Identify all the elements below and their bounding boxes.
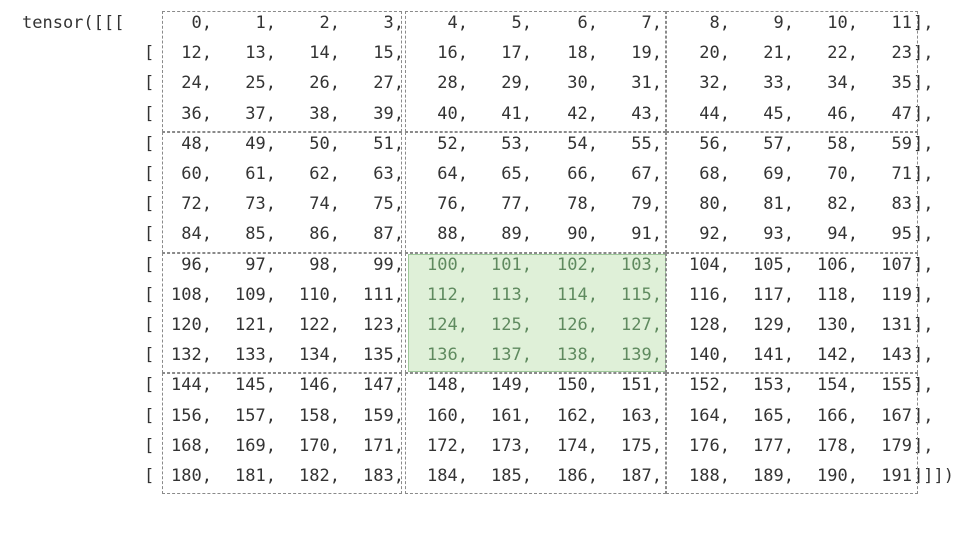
block-outline: [405, 373, 666, 495]
row-open-bracket: [: [144, 103, 155, 124]
row-open-bracket: [: [144, 435, 155, 456]
block-outline: [162, 11, 402, 132]
row-open-bracket: [: [144, 315, 155, 335]
tensor-suffix: ]]]): [913, 466, 954, 486]
row-open-bracket: [: [144, 375, 155, 396]
row-open-bracket: [: [144, 254, 155, 275]
block-outline: [162, 373, 402, 495]
row-open-bracket: [: [144, 284, 155, 305]
row-open-bracket: [: [144, 43, 155, 64]
row-open-bracket: [: [144, 345, 155, 366]
block-outline: [405, 252, 666, 374]
row-open-bracket: [: [144, 466, 155, 486]
tensor-prefix: tensor([[[: [22, 13, 125, 33]
block-outline: [405, 131, 666, 253]
block-outline: [162, 131, 402, 253]
row-open-bracket: [: [144, 224, 155, 245]
row-open-bracket: [: [144, 164, 155, 184]
block-outline: [666, 11, 918, 132]
block-outline: [666, 373, 918, 495]
block-outline: [666, 252, 918, 374]
block-outline: [666, 131, 918, 253]
block-outline: [405, 11, 666, 132]
row-open-bracket: [: [144, 405, 155, 426]
tensor-output: tensor([[[ 0, 1, 2, 3, 4, 5, 6, 7, 8, 9, 10, 11],[1…: [0, 0, 980, 535]
block-outline: [162, 252, 402, 374]
row-open-bracket: [: [144, 133, 155, 154]
row-open-bracket: [: [144, 194, 155, 215]
row-open-bracket: [: [144, 73, 155, 94]
